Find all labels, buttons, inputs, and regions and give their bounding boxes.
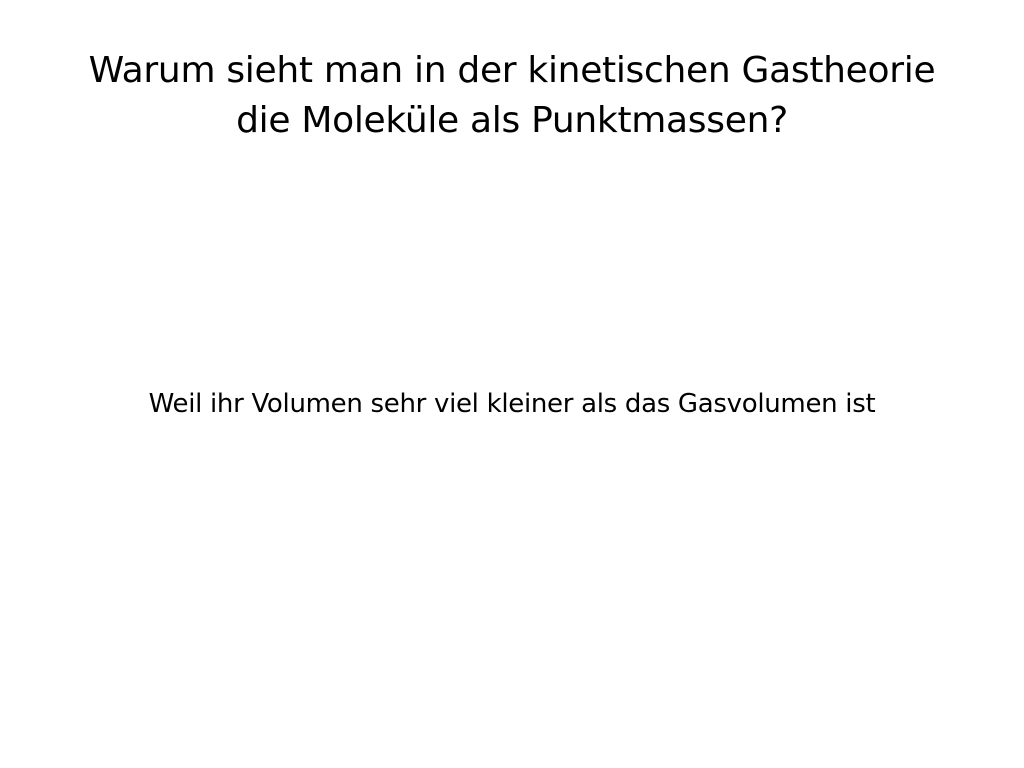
- slide-title: Warum sieht man in der kinetischen Gasth…: [40, 46, 984, 146]
- slide: Warum sieht man in der kinetischen Gasth…: [0, 0, 1024, 768]
- answer-text: Weil ihr Volumen sehr viel kleiner als d…: [148, 389, 876, 419]
- slide-title-line-1: Warum sieht man in der kinetischen Gasth…: [88, 50, 936, 91]
- slide-title-line-2: die Moleküle als Punktmassen?: [236, 100, 788, 141]
